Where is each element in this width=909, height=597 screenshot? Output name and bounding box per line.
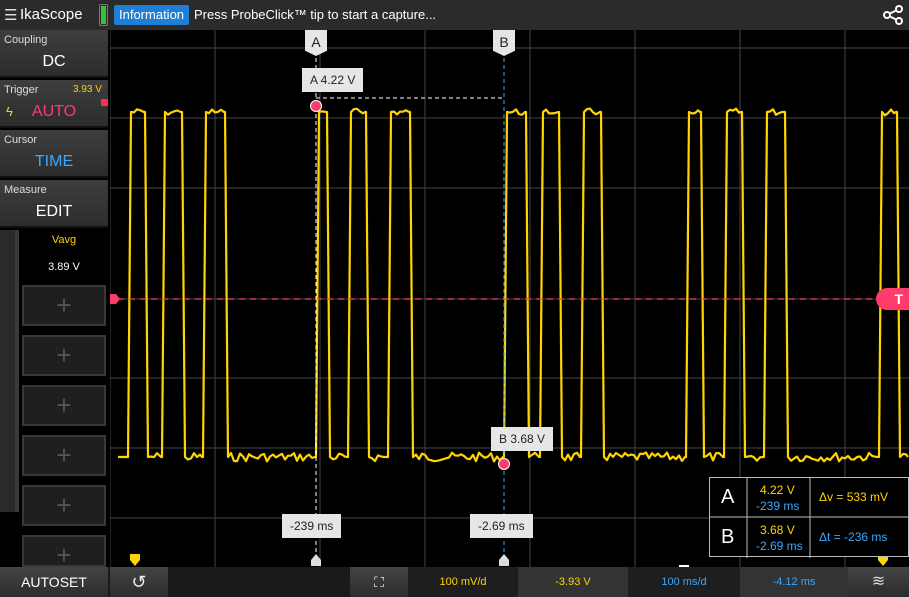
autoset-button[interactable]: AUTOSET (0, 567, 108, 597)
trigger-level: 3.93 V (73, 84, 102, 95)
trigger-mode: AUTO (31, 103, 77, 120)
voltage-offset[interactable]: -3.93 V (518, 567, 628, 597)
app-title[interactable]: IkaScope (20, 6, 83, 23)
cursor-b-point[interactable] (498, 458, 510, 470)
history-icon[interactable]: ↺ (110, 567, 168, 597)
delta-b-time: -2.69 ms (756, 539, 803, 553)
trigger-edge-indicator (101, 99, 108, 106)
measurement-vavg-value: 3.89 V (48, 261, 80, 273)
measure-strip (15, 230, 19, 512)
time-offset[interactable]: -4.12 ms (740, 567, 848, 597)
delta-a-time: -239 ms (756, 499, 800, 513)
delta-a-volt: 4.22 V (760, 483, 795, 497)
measurement-vavg-label[interactable]: Vavg (22, 234, 106, 246)
cursor-b-time: -2.69 ms (470, 514, 533, 538)
delta-a-name: A (721, 486, 735, 508)
add-measurement-button[interactable]: + (22, 435, 106, 476)
cursor-delta-table: A B 4.22 V -239 ms 3.68 V -2.69 ms Δv = … (709, 477, 909, 558)
signal-trace (118, 107, 909, 463)
delta-voltage: Δv = 533 mV (819, 490, 889, 504)
cursor-b-bottom-marker[interactable] (499, 554, 509, 566)
coupling-label: Coupling (4, 34, 48, 46)
add-measurement-button[interactable]: + (22, 285, 106, 326)
cursor-a-flag[interactable]: A (305, 30, 327, 56)
time-per-div[interactable]: 100 ms/d (628, 567, 740, 597)
cursor-panel[interactable]: Cursor TIME (0, 130, 108, 178)
coupling-panel[interactable]: Coupling DC (0, 30, 108, 78)
coupling-value: DC (42, 53, 66, 70)
trigger-label: Trigger (4, 84, 39, 96)
trigger-panel[interactable]: Trigger 3.93 V ϟ AUTO (0, 80, 108, 128)
probe-settings-icon[interactable]: ≋ (848, 567, 909, 597)
volts-per-div[interactable]: 100 mV/d (408, 567, 518, 597)
cursor-mode: TIME (34, 153, 74, 170)
cursor-label: Cursor (4, 134, 38, 146)
info-message: Press ProbeClick™ tip to start a capture… (194, 7, 437, 22)
fit-screen-icon[interactable]: ⛶ (350, 567, 408, 597)
add-measurement-button[interactable]: + (22, 535, 106, 570)
delta-time: Δt = -236 ms (819, 530, 888, 544)
info-badge: Information (114, 5, 190, 25)
cursor-b-flag[interactable]: B (493, 30, 515, 56)
share-icon[interactable] (882, 5, 904, 25)
add-measurement-button[interactable]: + (22, 485, 106, 526)
trigger-level-marker-right[interactable]: T (876, 288, 909, 310)
cursor-a-time: -239 ms (282, 514, 342, 538)
cursor-b-readout: B 3.68 V (491, 427, 554, 451)
measure-value: EDIT (35, 203, 73, 220)
delta-b-name: B (721, 526, 735, 548)
delta-b-volt: 3.68 V (760, 523, 795, 537)
hamburger-menu-icon[interactable]: ☰ (4, 6, 17, 24)
add-measurement-button[interactable]: + (22, 385, 106, 426)
battery-level (101, 6, 106, 24)
measure-scrollbar[interactable] (0, 230, 15, 512)
cursor-a-readout: A 4.22 V (302, 68, 364, 92)
measure-panel[interactable]: Measure EDIT (0, 180, 108, 228)
cursor-a-point[interactable] (310, 100, 322, 112)
add-measurement-button[interactable]: + (22, 335, 106, 376)
measure-label: Measure (4, 184, 47, 196)
ground-marker-left[interactable] (130, 554, 140, 566)
